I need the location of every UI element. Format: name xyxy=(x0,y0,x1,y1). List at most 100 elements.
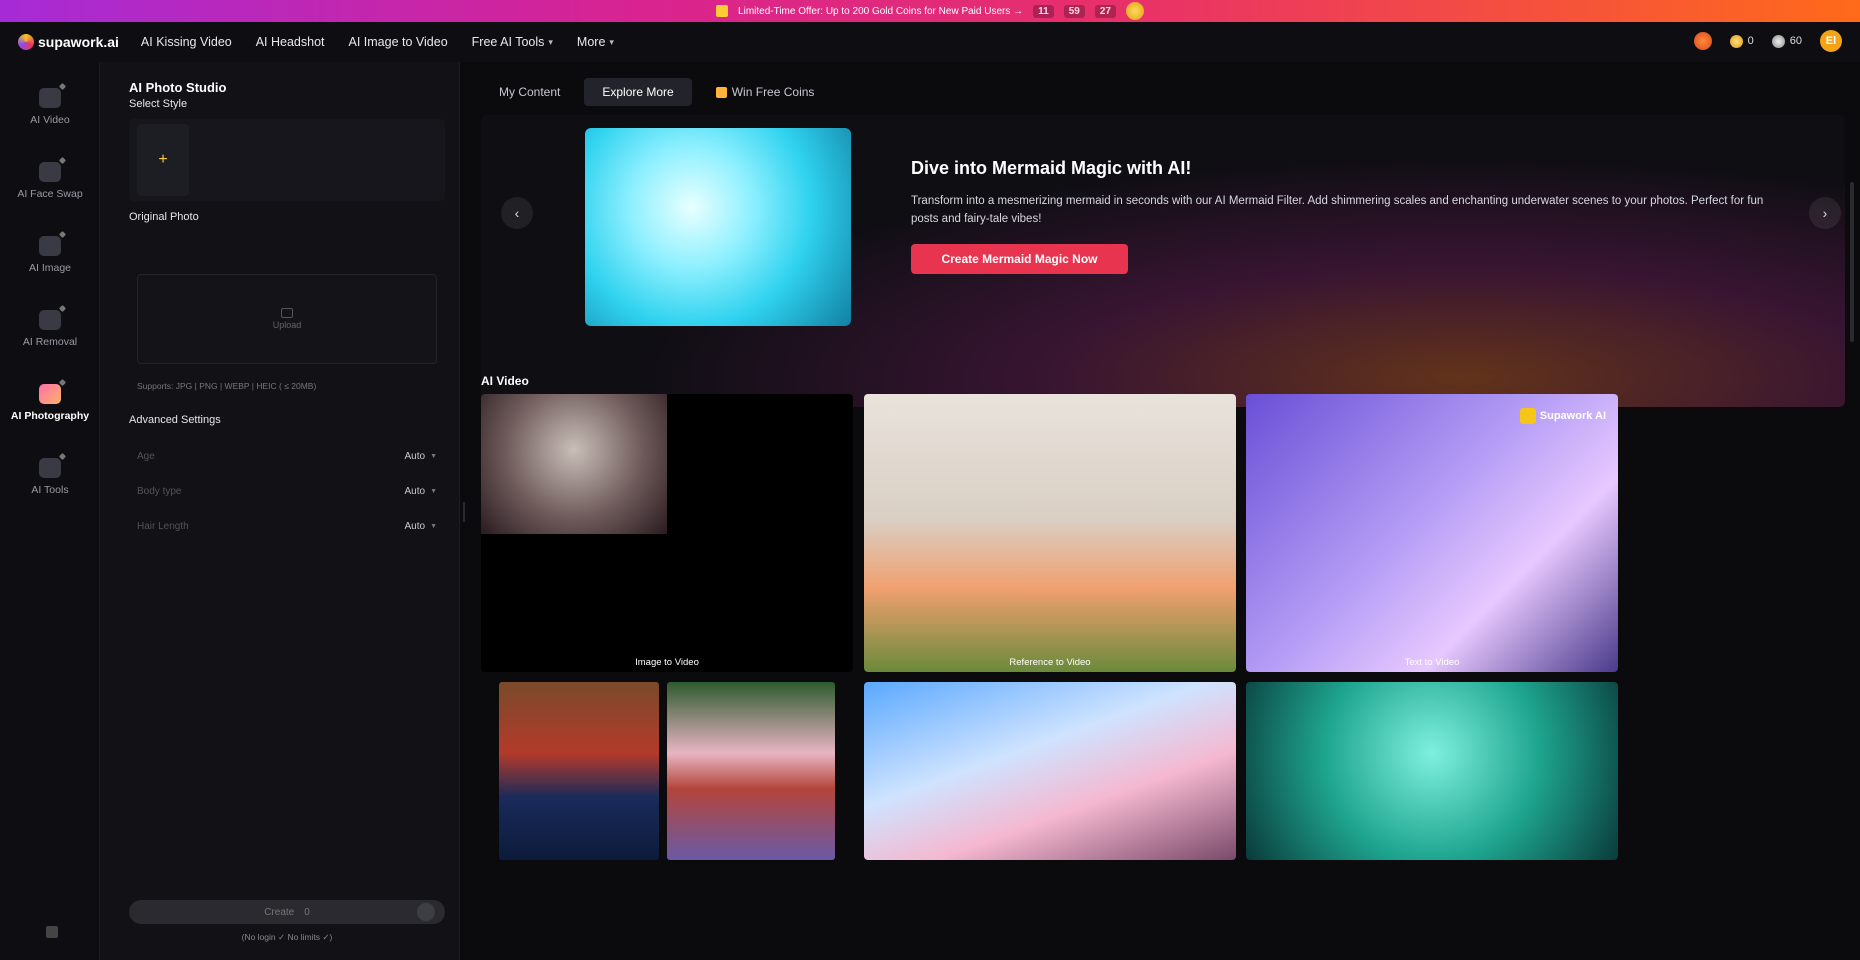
setting-body-type[interactable]: Body type Auto ▼ xyxy=(137,480,437,502)
rail-item-ai-tools[interactable]: AI Tools xyxy=(0,442,100,512)
create-button[interactable]: Create 0 xyxy=(129,900,445,924)
setting-hair-length[interactable]: Hair Length Auto ▼ xyxy=(137,515,437,537)
tools-icon xyxy=(39,458,61,478)
card-image-to-video[interactable]: Image to Video xyxy=(481,394,853,672)
rail-label: AI Image xyxy=(28,262,72,274)
section-title: AI Video xyxy=(481,374,529,388)
tab-label: Win Free Coins xyxy=(731,85,815,99)
top-navigation: supawork.ai AI Kissing Video AI Headshot… xyxy=(0,22,1860,62)
setting-value: Auto xyxy=(404,450,426,462)
logo[interactable]: supawork.ai xyxy=(18,34,119,50)
nav-label: More xyxy=(576,35,606,49)
upload-label: Upload xyxy=(272,320,302,330)
promo-text: Limited-Time Offer: Up to 200 Gold Coins… xyxy=(738,5,1024,17)
rail-label: AI Photography xyxy=(10,410,90,422)
panel-splitter[interactable] xyxy=(460,62,468,960)
rail-item-ai-removal[interactable]: AI Removal xyxy=(0,294,100,364)
promo-banner[interactable]: Limited-Time Offer: Up to 200 Gold Coins… xyxy=(0,0,1860,22)
create-label: Create xyxy=(264,906,295,918)
upload-dropzone[interactable]: Upload xyxy=(137,274,437,364)
upload-icon xyxy=(281,308,293,318)
card-thumbnail xyxy=(481,394,667,534)
silver-coin-icon xyxy=(1771,34,1785,48)
select-style-label: Select Style xyxy=(129,98,188,110)
trophy-icon xyxy=(715,86,727,98)
supawork-badge: Supawork AI xyxy=(1519,408,1606,424)
card-thumbnail-wizard xyxy=(499,682,659,860)
card-anime-collage[interactable] xyxy=(481,682,853,860)
card-anime-girl[interactable] xyxy=(864,682,1236,860)
chevron-right-icon[interactable]: › xyxy=(1809,197,1841,229)
rail-label: AI Removal xyxy=(22,336,78,348)
advanced-settings-label: Advanced Settings xyxy=(129,414,221,426)
app-root: Limited-Time Offer: Up to 200 Gold Coins… xyxy=(0,0,1860,960)
setting-age[interactable]: Age Auto ▼ xyxy=(137,445,437,467)
daily-reward-icon[interactable] xyxy=(1693,32,1712,50)
left-rail: AI Video AI Face Swap AI Image AI Remova… xyxy=(0,62,100,960)
content-tabs: My Content Explore More Win Free Coins xyxy=(481,78,911,106)
nav-label: AI Headshot xyxy=(255,35,325,49)
rail-item-ai-face-swap[interactable]: AI Face Swap xyxy=(0,146,100,216)
silver-coin-balance[interactable]: 60 xyxy=(1771,34,1802,48)
silver-coin-count: 60 xyxy=(1789,35,1802,47)
nav-label: Free AI Tools xyxy=(471,35,545,49)
scrollbar[interactable] xyxy=(1850,182,1854,342)
nav-label: AI Kissing Video xyxy=(140,35,232,49)
add-style-button[interactable]: + xyxy=(137,124,189,196)
card-reference-to-video[interactable]: Reference to Video xyxy=(864,394,1236,672)
create-mermaid-button[interactable]: Create Mermaid Magic Now xyxy=(911,244,1128,274)
setting-label: Hair Length xyxy=(137,520,189,532)
card-text-to-video[interactable]: Supawork AI Text to Video xyxy=(1246,394,1618,672)
hero-title: Dive into Mermaid Magic with AI! xyxy=(911,158,1192,178)
rail-label: AI Face Swap xyxy=(17,188,83,200)
gold-coin-count: 0 xyxy=(1747,35,1754,47)
card-caption: Text to Video xyxy=(1404,657,1460,668)
tab-label: Explore More xyxy=(602,85,674,99)
collapse-icon[interactable] xyxy=(46,926,58,938)
supawork-logo-icon xyxy=(1519,408,1536,424)
card-mermaid[interactable] xyxy=(1246,682,1618,860)
rail-label: AI Video xyxy=(30,114,70,126)
setting-value: Auto xyxy=(404,485,426,497)
setting-label: Body type xyxy=(137,485,182,497)
gold-coin-balance[interactable]: 0 xyxy=(1729,34,1754,48)
tab-my-content[interactable]: My Content xyxy=(481,78,578,106)
nav-right: 0 60 El xyxy=(1693,30,1842,52)
coin-icon xyxy=(417,903,435,921)
nav-free-ai-tools[interactable]: Free AI Tools ▾ xyxy=(472,35,553,49)
nav-more[interactable]: More ▾ xyxy=(577,35,614,49)
tab-win-free-coins[interactable]: Win Free Coins xyxy=(698,78,833,106)
style-list: + xyxy=(129,119,445,201)
no-limit-note: (No login ✓ No limits ✓) xyxy=(241,932,333,942)
main-content: My Content Explore More Win Free Coins D… xyxy=(468,62,1860,960)
chevron-left-icon[interactable]: ‹ xyxy=(501,197,533,229)
logo-mark-icon xyxy=(18,34,34,50)
panel-title: AI Photo Studio xyxy=(129,80,227,95)
nav-ai-image-to-video[interactable]: AI Image to Video xyxy=(349,35,448,49)
video-icon xyxy=(39,88,61,108)
countdown-minutes: 59 xyxy=(1063,4,1085,18)
supported-formats: Supports: JPG | PNG | WEBP | HEIC ( ≤ 20… xyxy=(137,381,317,391)
chevron-down-icon: ▼ xyxy=(430,522,437,530)
tab-explore-more[interactable]: Explore More xyxy=(584,78,692,106)
chevron-down-icon: ▼ xyxy=(430,452,437,460)
face-swap-icon xyxy=(39,162,61,182)
eraser-icon xyxy=(39,310,61,330)
rail-item-ai-video[interactable]: AI Video xyxy=(0,72,100,142)
countdown-seconds: 27 xyxy=(1094,4,1116,18)
logo-text: supawork.ai xyxy=(38,34,119,50)
countdown-hours: 11 xyxy=(1033,4,1054,18)
hero-description: Transform into a mesmerizing mermaid in … xyxy=(911,195,1764,225)
rail-item-ai-image[interactable]: AI Image xyxy=(0,220,100,290)
nav-ai-headshot[interactable]: AI Headshot xyxy=(256,35,325,49)
rail-label: AI Tools xyxy=(31,484,69,496)
hero-image[interactable] xyxy=(585,128,851,326)
chevron-down-icon: ▼ xyxy=(430,487,437,495)
gold-coin-icon xyxy=(1729,34,1743,48)
avatar[interactable]: El xyxy=(1820,30,1842,52)
rail-item-ai-photography[interactable]: AI Photography xyxy=(0,368,100,438)
card-caption: Reference to Video xyxy=(1009,657,1091,668)
card-thumbnail-girl xyxy=(667,682,835,860)
nav-ai-kissing-video[interactable]: AI Kissing Video xyxy=(141,35,232,49)
photo-studio-panel: AI Photo Studio Select Style + Original … xyxy=(100,62,460,960)
